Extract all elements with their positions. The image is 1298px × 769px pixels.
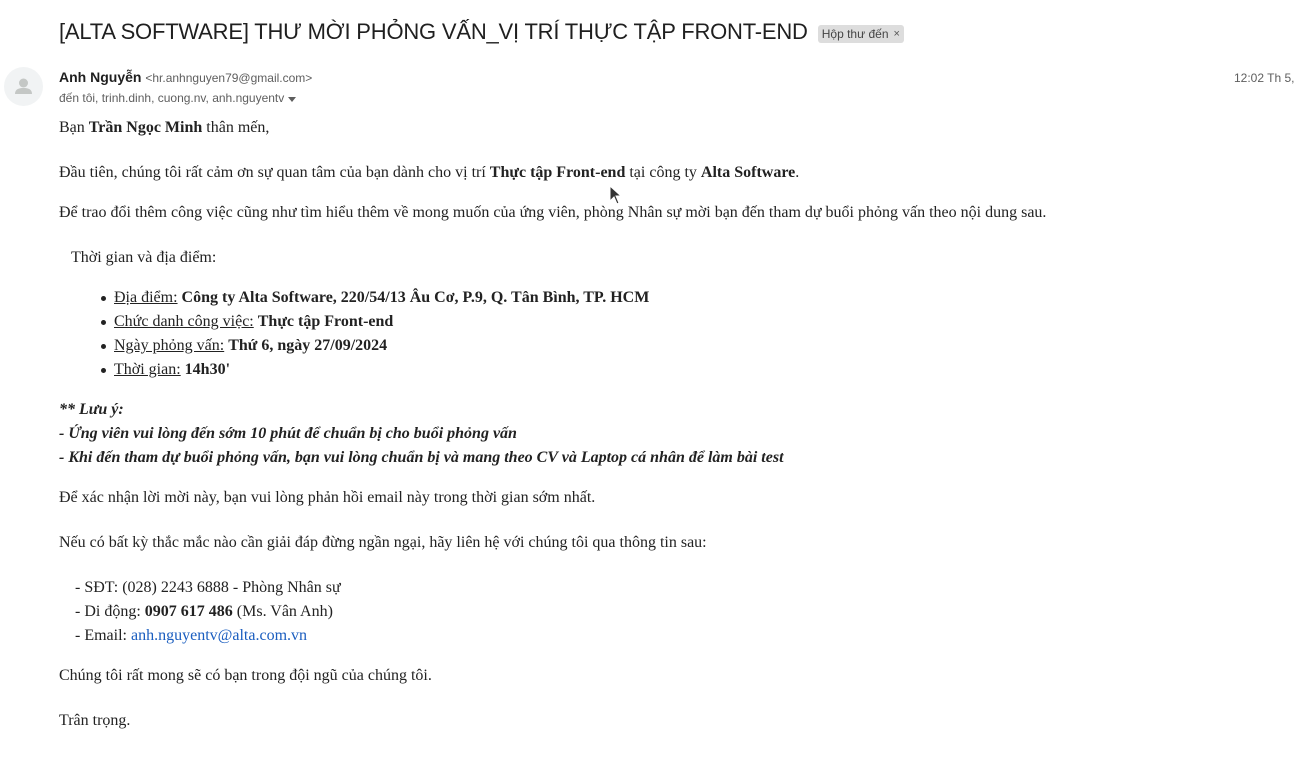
p1-text-b: tại công ty [625,164,701,181]
email-timestamp: 12:02 Th 5, 2 [1234,71,1298,85]
contact-phone: - SĐT: (028) 2243 6888 - Phòng Nhân sự [75,579,341,596]
greeting-pre: Bạn [59,119,89,136]
detail-label: Chức danh công việc: [114,313,254,330]
signoff: Trân trọng. [59,712,131,729]
recipient-name: Trần Ngọc Minh [88,119,203,136]
paragraph-thanks: Đầu tiên, chúng tôi rất cảm ơn sự quan t… [59,164,799,182]
detail-job-title: Chức danh công việc: Thực tập Front-end [99,312,649,336]
detail-label: Địa điểm: [114,289,178,306]
person-icon [15,78,32,94]
recipients-line[interactable]: đến tôi, trinh.dinh, cuong.nv, anh.nguye… [59,91,297,105]
sender-avatar[interactable] [4,67,43,106]
detail-value: Thực tập Front-end [257,313,394,330]
detail-time: Thời gian: 14h30' [99,360,649,384]
detail-value: Thứ 6, ngày 27/09/2024 [228,337,388,354]
contact-mobile: - Di động: 0907 617 486 (Ms. Vân Anh) [75,603,333,621]
recipients-text: đến tôi, trinh.dinh, cuong.nv, anh.nguye… [59,91,285,105]
note-bring-laptop: - Khi đến tham dự buổi phỏng vấn, bạn vu… [59,449,784,466]
show-details-icon[interactable] [288,96,297,102]
email-header: [ALTA SOFTWARE] THƯ MỜI PHỎNG VẤN_VỊ TRÍ… [59,19,904,45]
remove-label-icon[interactable]: × [894,28,900,40]
p1-text-a: Đầu tiên, chúng tôi rất cảm ơn sự quan t… [59,164,490,181]
paragraph-closing: Chúng tôi rất mong sẽ có bạn trong đội n… [59,667,432,684]
greeting-post: thân mến, [202,119,270,136]
p1-text-c: . [795,164,800,181]
detail-label: Thời gian: [114,361,181,378]
detail-label: Ngày phỏng vấn: [114,337,225,354]
inbox-label-text: Hộp thư đến [821,26,889,41]
sender-name[interactable]: Anh Nguyễn [59,69,141,85]
greeting: Bạn Trần Ngọc Minh thân mến, [59,119,269,137]
detail-interview-date: Ngày phỏng vấn: Thứ 6, ngày 27/09/2024 [99,336,649,360]
contact-email: - Email: anh.nguyentv@alta.com.vn [75,627,307,645]
email-label: - Email: [75,627,131,644]
note-title: ** Lưu ý: [59,401,124,418]
mobile-contact-name: (Ms. Vân Anh) [232,603,333,620]
detail-value: 14h30' [184,361,231,378]
email-subject: [ALTA SOFTWARE] THƯ MỜI PHỎNG VẤN_VỊ TRÍ… [59,19,808,44]
detail-location: Địa điểm: Công ty Alta Software, 220/54/… [99,288,649,312]
p1-position: Thực tập Front-end [489,164,626,181]
contact-email-link[interactable]: anh.nguyentv@alta.com.vn [131,627,307,644]
mobile-label: - Di động: [75,603,145,620]
p1-company: Alta Software [700,164,796,181]
mobile-number: 0907 617 486 [144,603,233,620]
note-arrive-early: - Ứng viên vui lòng đến sớm 10 phút để c… [59,425,517,442]
inbox-label-chip[interactable]: Hộp thư đến × [817,24,904,43]
mouse-pointer-icon [609,185,623,205]
paragraph-invite: Để trao đổi thêm công việc cũng như tìm … [59,204,1047,221]
section-heading: Thời gian và địa điểm: [71,249,217,266]
sender-email: <hr.anhnguyen79@gmail.com> [145,71,313,85]
detail-value: Công ty Alta Software, 220/54/13 Âu Cơ, … [181,289,650,306]
interview-details-list: Địa điểm: Công ty Alta Software, 220/54/… [99,288,649,384]
sender-info: Anh Nguyễn <hr.anhnguyen79@gmail.com> [59,69,312,85]
paragraph-contact-intro: Nếu có bất kỳ thắc mắc nào cần giải đáp … [59,534,707,551]
paragraph-confirm: Để xác nhận lời mời này, bạn vui lòng ph… [59,489,596,506]
